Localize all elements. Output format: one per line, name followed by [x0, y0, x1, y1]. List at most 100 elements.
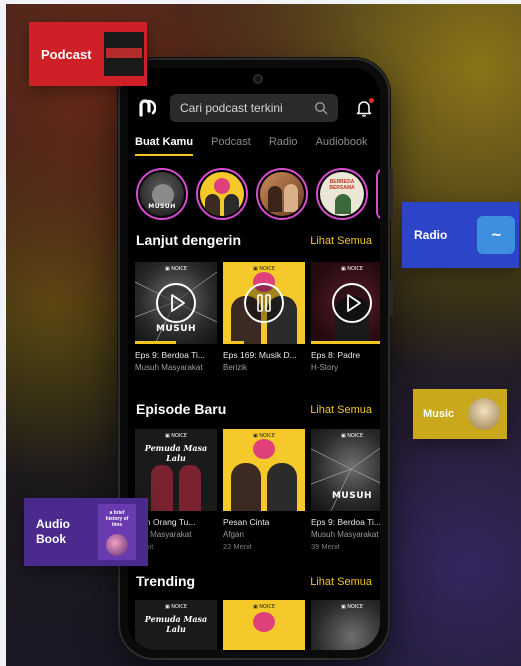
- tab-podcast[interactable]: Podcast: [211, 136, 251, 156]
- story-thumbnail: MUSUH: [140, 172, 184, 216]
- show-name: Musuh Masyarakat: [135, 363, 203, 372]
- episode-card[interactable]: ▣ NOICE Pesan Cinta Afgan 22 Menit: [223, 429, 305, 551]
- episode-card[interactable]: ▣ NOICE MUSUH Eps 9: Berdoa Ti... Musuh …: [311, 429, 380, 551]
- search-input[interactable]: Cari podcast terkini: [170, 94, 338, 122]
- show-name: Musuh Masyarakat: [311, 530, 379, 539]
- episode-card[interactable]: ▣ NOICE: [223, 600, 305, 650]
- episode-card[interactable]: ▣ NOICE Eps 8: Padre H-Story: [311, 262, 380, 372]
- host-figure: [231, 463, 261, 511]
- radio-logo-glyph: ~: [490, 227, 503, 243]
- story-item[interactable]: [256, 168, 308, 220]
- show-logo: [214, 178, 230, 194]
- story-item[interactable]: [196, 168, 248, 220]
- play-button[interactable]: [332, 283, 372, 323]
- network-logo: ▣ NOICE: [164, 433, 188, 439]
- app-logo-icon[interactable]: [138, 97, 156, 119]
- play-button[interactable]: [156, 283, 196, 323]
- tab-buat-kamu[interactable]: Buat Kamu: [135, 136, 194, 156]
- episode-card[interactable]: ▣ NOICE Pemuda Masa Lalu: [135, 600, 217, 650]
- tab-radio[interactable]: Radio: [269, 136, 298, 156]
- side-button: [390, 280, 393, 316]
- show-logo: [253, 439, 275, 459]
- planet-graphic: [106, 534, 128, 556]
- network-logo: ▣ NOICE: [164, 266, 188, 272]
- section-title-new-episodes: Episode Baru: [136, 401, 227, 417]
- story-thumbnail: BERBEDA BERSAMA: [320, 172, 364, 216]
- app-screen: Cari podcast terkini Buat Kamu Podcast R…: [128, 68, 380, 650]
- show-logo: [253, 612, 275, 632]
- radio-badge-label: Radio: [414, 228, 448, 242]
- progress-bar: [223, 341, 244, 344]
- episode-thumbnail: ▣ NOICE MUSUH: [135, 262, 217, 344]
- host-figure: [268, 186, 282, 212]
- episode-title: Eps 9: Berdoa Ti...: [311, 517, 380, 527]
- host-figure: [205, 194, 220, 216]
- see-all-trending-link[interactable]: Lihat Semua: [310, 576, 372, 588]
- story-thumbnail: [200, 172, 244, 216]
- cover-band: [105, 48, 142, 58]
- episode-thumbnail: ▣ NOICE: [311, 262, 380, 344]
- podcast-badge-label: Podcast: [41, 46, 92, 62]
- network-logo: ▣ NOICE: [340, 266, 364, 272]
- story-item-partial[interactable]: [376, 168, 380, 220]
- episode-title: Pesan Cinta: [223, 517, 270, 527]
- episode-card[interactable]: ▣ NOICE: [311, 600, 380, 650]
- see-all-continue-link[interactable]: Lihat Semua: [310, 235, 372, 247]
- story-thumbnail: [260, 172, 304, 216]
- story-item[interactable]: MUSUH: [136, 168, 188, 220]
- music-badge-label: Music: [423, 408, 455, 420]
- notification-dot: [369, 98, 374, 103]
- podcast-cover-icon: [103, 32, 144, 76]
- host-figure: [151, 465, 173, 511]
- show-name: H-Story: [311, 363, 339, 372]
- notification-bell-icon[interactable]: [356, 98, 374, 117]
- trending-row: ▣ NOICE Pemuda Masa Lalu ▣ NOICE ▣ NOICE: [135, 600, 380, 650]
- host-figure: [224, 194, 239, 216]
- tab-audiobook[interactable]: Audiobook: [316, 136, 368, 156]
- section-title-trending: Trending: [136, 573, 196, 589]
- thumbnail-caption: MUSUH: [155, 324, 197, 334]
- network-logo: ▣ NOICE: [340, 604, 364, 610]
- episode-duration: 22 Menit: [223, 542, 252, 551]
- story-caption: BERBEDA BERSAMA: [329, 179, 355, 191]
- podcast-badge[interactable]: Podcast: [29, 22, 147, 86]
- book-cover-text: a brief history of time: [105, 510, 129, 528]
- episode-title: Eps 9: Berdoa Ti...: [135, 350, 205, 360]
- episode-thumbnail: ▣ NOICE: [223, 262, 305, 344]
- top-bar: Cari podcast terkini: [138, 94, 380, 122]
- episode-title: Eps 169: Musik D...: [223, 350, 297, 360]
- radio-badge[interactable]: Radio ~: [402, 202, 519, 268]
- episode-card[interactable]: ▣ NOICE MUSUH Eps 9: Berdoa Ti... Musuh …: [135, 262, 217, 372]
- episode-thumbnail: ▣ NOICE Pemuda Masa Lalu: [135, 600, 217, 650]
- category-tabs: Buat Kamu Podcast Radio Audiobook: [135, 136, 380, 156]
- network-logo: ▣ NOICE: [252, 604, 276, 610]
- audiobook-badge[interactable]: Audio Book a brief history of time: [24, 498, 148, 566]
- network-logo: ▣ NOICE: [340, 433, 364, 439]
- artist-avatar: [468, 398, 501, 430]
- see-all-new-episodes-link[interactable]: Lihat Semua: [310, 404, 372, 416]
- story-item[interactable]: BERBEDA BERSAMA: [316, 168, 368, 220]
- host-figure: [284, 184, 298, 212]
- front-camera: [253, 74, 263, 84]
- search-icon[interactable]: [314, 101, 328, 115]
- host-figure: [267, 463, 297, 511]
- progress-bar: [311, 341, 380, 344]
- network-logo: ▣ NOICE: [164, 604, 188, 610]
- story-caption: MUSUH: [148, 203, 176, 210]
- search-placeholder: Cari podcast terkini: [180, 101, 283, 115]
- episode-duration: 39 Menit: [311, 542, 340, 551]
- episode-thumbnail: ▣ NOICE MUSUH: [311, 429, 380, 511]
- side-button: [390, 170, 393, 220]
- episode-card[interactable]: ▣ NOICE Eps 169: Musik D... Berizik: [223, 262, 305, 372]
- episode-thumbnail: ▣ NOICE: [223, 600, 305, 650]
- progress-bar: [135, 341, 176, 344]
- thumbnail-caption: Pemuda Masa Lalu: [144, 443, 208, 463]
- pause-button[interactable]: [244, 283, 284, 323]
- radio-station-icon: ~: [477, 216, 516, 254]
- episode-thumbnail: ▣ NOICE: [223, 429, 305, 511]
- continue-listening-row: ▣ NOICE MUSUH Eps 9: Berdoa Ti... Musuh …: [135, 262, 380, 372]
- show-name: Berizik: [223, 363, 248, 372]
- host-figure: [179, 465, 201, 511]
- section-title-continue: Lanjut dengerin: [136, 232, 241, 248]
- music-badge[interactable]: Music: [413, 389, 507, 439]
